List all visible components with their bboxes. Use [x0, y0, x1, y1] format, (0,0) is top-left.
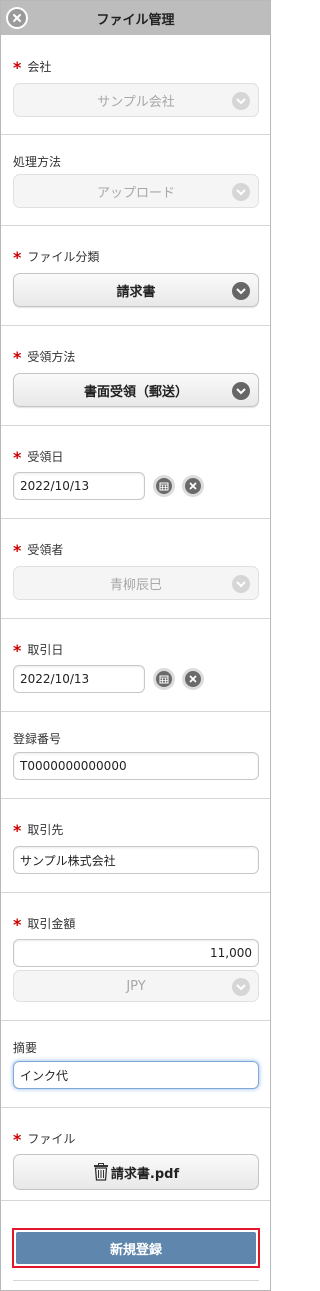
file-category-label-text: ファイル分類 [27, 250, 100, 264]
processing-method-select: アップロード [13, 174, 259, 208]
transaction-date-section: * 取引日 2022/10/13 [1, 619, 270, 712]
clear-date-button[interactable] [182, 475, 204, 497]
calendar-button[interactable] [153, 475, 175, 497]
transaction-date-input[interactable]: 2022/10/13 [13, 665, 145, 693]
counterparty-label-text: 取引先 [27, 823, 64, 837]
file-category-label: * ファイル分類 [13, 248, 99, 267]
file-category-select[interactable]: 請求書 [13, 273, 259, 307]
company-value: サンプル会社 [97, 94, 175, 110]
close-icon [8, 9, 26, 27]
required-mark: * [13, 915, 22, 934]
receipt-date-section: * 受領日 2022/10/13 [1, 426, 270, 519]
receipt-method-section: * 受領方法 書面受領（郵送） [1, 326, 270, 426]
counterparty-label: * 取引先 [13, 821, 63, 840]
file-label-text: ファイル [27, 1132, 76, 1146]
file-category-value: 請求書 [116, 284, 156, 300]
company-section: * 会社 サンプル会社 [1, 35, 270, 135]
file-management-panel: ファイル管理 * 会社 サンプル会社 処理方法 アップロード * ファイル分類 請求… [0, 0, 271, 1291]
summary-label: 摘要 [13, 1041, 38, 1055]
recipient-value: 青柳辰巳 [109, 577, 162, 593]
page-title: ファイル管理 [96, 12, 175, 28]
submit-highlight: 新規登録 [12, 1228, 260, 1268]
chevron-down-icon [232, 92, 250, 110]
file-name: 請求書.pdf [110, 1166, 180, 1182]
receipt-date-input[interactable]: 2022/10/13 [13, 472, 145, 500]
company-label: * 会社 [13, 58, 51, 77]
required-mark: * [13, 348, 22, 367]
receipt-method-label-text: 受領方法 [27, 350, 76, 364]
transaction-amount-label: * 取引金額 [13, 915, 75, 934]
required-mark: * [13, 248, 22, 267]
processing-method-label: 処理方法 [13, 155, 62, 169]
counterparty-input[interactable]: サンプル株式会社 [13, 846, 259, 874]
recipient-label: * 受領者 [13, 541, 63, 560]
transaction-amount-label-text: 取引金額 [27, 917, 76, 931]
required-mark: * [13, 1130, 22, 1149]
chevron-down-icon [232, 382, 250, 400]
processing-method-section: 処理方法 アップロード [1, 135, 270, 226]
required-mark: * [13, 821, 22, 840]
chevron-down-icon [232, 183, 250, 201]
chevron-down-icon [232, 282, 250, 300]
summary-input[interactable]: インク代 [13, 1061, 259, 1089]
receipt-date-label-text: 受領日 [27, 450, 64, 464]
calendar-icon [156, 478, 172, 494]
receipt-method-select[interactable]: 書面受領（郵送） [13, 373, 259, 407]
counterparty-section: * 取引先 サンプル株式会社 [1, 799, 270, 893]
required-mark: * [13, 448, 22, 467]
clear-icon [185, 478, 201, 494]
calendar-icon [156, 671, 172, 687]
receipt-method-value: 書面受領（郵送） [83, 384, 188, 400]
file-label: * ファイル [13, 1130, 75, 1149]
trash-icon[interactable] [93, 1163, 109, 1181]
processing-method-value: アップロード [96, 185, 175, 201]
currency-value: JPY [126, 978, 146, 994]
registration-number-input[interactable]: T0000000000000 [13, 752, 259, 780]
chevron-down-icon [232, 575, 250, 593]
calendar-button[interactable] [153, 668, 175, 690]
file-button[interactable]: 請求書.pdf [13, 1154, 259, 1190]
divider [13, 1280, 259, 1281]
transaction-amount-section: * 取引金額 11,000 JPY [1, 893, 270, 1021]
receipt-date-label: * 受領日 [13, 448, 63, 467]
currency-select: JPY [13, 970, 259, 1002]
close-button[interactable] [6, 7, 28, 29]
transaction-date-label: * 取引日 [13, 641, 63, 660]
summary-section: 摘要 インク代 [1, 1021, 270, 1108]
receipt-method-label: * 受領方法 [13, 348, 75, 367]
required-mark: * [13, 541, 22, 560]
recipient-section: * 受領者 青柳辰巳 [1, 519, 270, 619]
chevron-down-icon [232, 978, 250, 996]
company-label-text: 会社 [27, 60, 52, 74]
company-select: サンプル会社 [13, 83, 259, 117]
registration-number-section: 登録番号 T0000000000000 [1, 712, 270, 799]
file-section: * ファイル 請求書.pdf [1, 1108, 270, 1201]
required-mark: * [13, 58, 22, 77]
required-mark: * [13, 641, 22, 660]
recipient-label-text: 受領者 [27, 543, 64, 557]
header-bar: ファイル管理 [1, 1, 270, 35]
clear-date-button[interactable] [182, 668, 204, 690]
file-category-section: * ファイル分類 請求書 [1, 226, 270, 326]
register-button[interactable]: 新規登録 [16, 1232, 256, 1264]
transaction-date-label-text: 取引日 [27, 643, 64, 657]
recipient-select: 青柳辰巳 [13, 566, 259, 600]
clear-icon [185, 671, 201, 687]
transaction-amount-input[interactable]: 11,000 [13, 939, 259, 967]
registration-number-label: 登録番号 [13, 732, 62, 746]
